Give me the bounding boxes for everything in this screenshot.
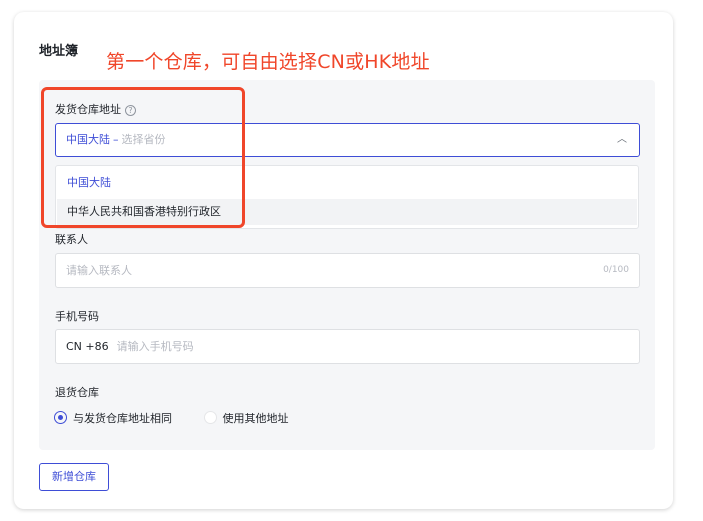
annotation-text: 第一个仓库，可自由选择CN或HK地址 [106,51,430,73]
region-separator: – [113,133,119,146]
return-warehouse-options: 与发货仓库地址相同 使用其他地址 [54,410,289,426]
region-dropdown: 中国大陆 中华人民共和国香港特别行政区 [55,165,639,229]
chevron-up-icon[interactable]: ︿ [617,124,627,156]
radio-same-address-label: 与发货仓库地址相同 [73,412,172,425]
shipping-address-label-text: 发货仓库地址 [55,103,121,116]
shipping-address-label: 发货仓库地址? [55,101,136,117]
contact-placeholder: 请输入联系人 [66,264,132,277]
region-option-mainland[interactable]: 中国大陆 [57,170,637,196]
char-counter: 0/100 [603,265,629,275]
province-placeholder: 选择省份 [121,133,166,146]
return-warehouse-label: 退货仓库 [55,386,99,399]
radio-same-address[interactable]: 与发货仓库地址相同 [54,411,172,425]
selected-region: 中国大陆 [66,133,110,146]
page-title: 地址簿 [39,44,79,59]
radio-selected-icon[interactable] [54,411,67,424]
region-option-hongkong[interactable]: 中华人民共和国香港特别行政区 [57,199,637,225]
region-select[interactable]: 中国大陆 – 选择省份 ︿ [55,123,640,157]
add-warehouse-button[interactable]: 新增仓库 [39,463,109,491]
phone-label: 手机号码 [55,310,99,323]
phone-placeholder: 请输入手机号码 [116,340,194,353]
phone-input[interactable]: CN +86 请输入手机号码 [55,329,640,364]
contact-input[interactable]: 请输入联系人 0/100 [55,253,640,288]
phone-country-prefix[interactable]: CN +86 [66,340,109,353]
radio-other-address[interactable]: 使用其他地址 [203,411,289,425]
radio-other-address-label: 使用其他地址 [222,412,289,425]
question-circle-icon[interactable]: ? [125,105,136,116]
radio-unselected-icon[interactable] [203,411,217,424]
contact-label: 联系人 [55,233,88,246]
